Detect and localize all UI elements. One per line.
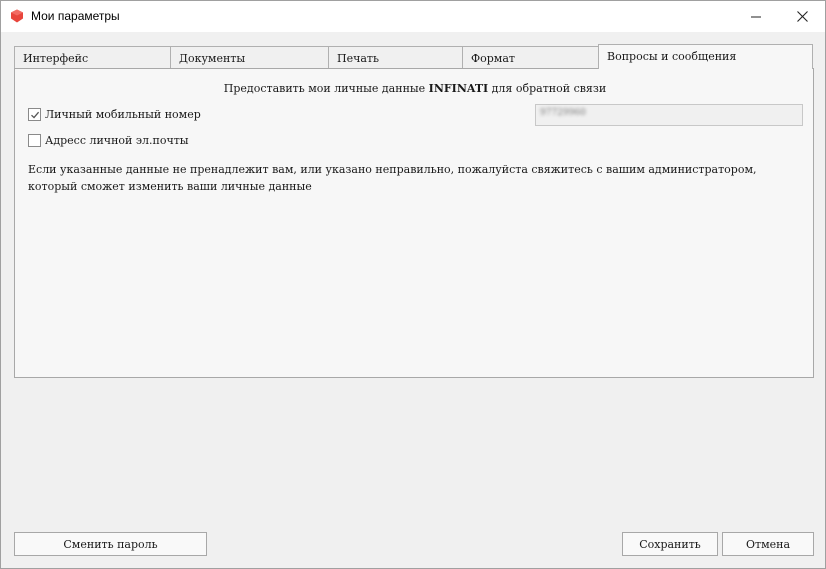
change-password-button[interactable]: Сменить пароль bbox=[14, 532, 207, 556]
title-bar: Мои параметры bbox=[1, 1, 825, 32]
tab-format[interactable]: Формат bbox=[462, 46, 600, 68]
panel-heading: Предоставить мои личные данные INFINATI … bbox=[15, 82, 815, 95]
tab-print[interactable]: Печать bbox=[328, 46, 463, 68]
tab-questions-messages[interactable]: Вопросы и сообщения bbox=[598, 44, 813, 69]
app-logo-icon bbox=[11, 9, 23, 23]
cancel-button[interactable]: Отмена bbox=[722, 532, 814, 556]
email-checkbox[interactable] bbox=[28, 134, 41, 147]
window-title: Мои параметры bbox=[31, 9, 120, 23]
tab-interface[interactable]: Интерфейс bbox=[14, 46, 171, 68]
change-password-label: Сменить пароль bbox=[63, 537, 158, 551]
mobile-checkbox[interactable] bbox=[28, 108, 41, 121]
close-icon bbox=[796, 11, 808, 22]
tab-label: Формат bbox=[471, 52, 515, 65]
heading-prefix: Предоставить мои личные данные bbox=[223, 82, 426, 95]
checkmark-icon bbox=[30, 111, 39, 119]
tab-label: Печать bbox=[337, 52, 380, 65]
tab-panel: Предоставить мои личные данные INFINATI … bbox=[14, 68, 814, 378]
mobile-number-value: 97729960 bbox=[540, 108, 586, 118]
save-button[interactable]: Сохранить bbox=[622, 532, 718, 556]
heading-brand: INFINATI bbox=[428, 82, 489, 95]
info-text: Если указанные данные не пренадлежит вам… bbox=[28, 163, 757, 193]
save-label: Сохранить bbox=[639, 537, 701, 551]
mobile-number-field[interactable]: 97729960 bbox=[535, 104, 803, 126]
close-button[interactable] bbox=[779, 1, 825, 32]
mobile-checkbox-label: Личный мобильный номер bbox=[45, 108, 201, 121]
tab-label: Интерфейс bbox=[23, 52, 89, 65]
tab-documents[interactable]: Документы bbox=[170, 46, 329, 68]
settings-window: Мои параметры Интерфейс Документы Печать… bbox=[0, 0, 826, 569]
minimize-button[interactable] bbox=[733, 1, 779, 32]
cancel-label: Отмена bbox=[745, 537, 791, 551]
email-checkbox-row[interactable]: Адресс личной эл.почты bbox=[28, 134, 189, 147]
tab-label: Вопросы и сообщения bbox=[607, 50, 737, 63]
heading-suffix: для обратной связи bbox=[491, 82, 607, 95]
tab-label: Документы bbox=[179, 52, 246, 65]
mobile-checkbox-row[interactable]: Личный мобильный номер bbox=[28, 108, 201, 121]
email-checkbox-label: Адресс личной эл.почты bbox=[45, 134, 189, 147]
minimize-icon bbox=[751, 16, 761, 17]
